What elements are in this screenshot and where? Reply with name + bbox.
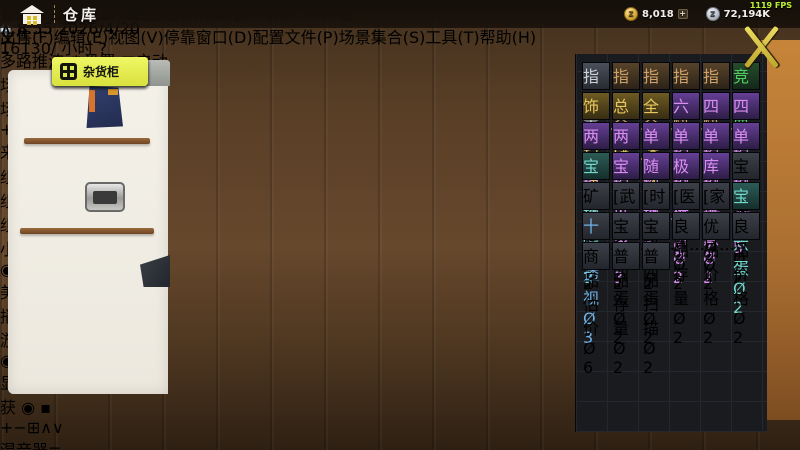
page-title: 仓库 — [63, 5, 100, 24]
item-restrict-icon: Ø — [673, 309, 686, 328]
game-topbar: 仓库 Z 8,018 + Z 72,194K — [0, 0, 800, 28]
crossed-strokes-decoration — [737, 24, 785, 70]
inventory-item[interactable]: 宝光四蛋 Ø 2 — [642, 212, 670, 347]
cabinet-shelf — [20, 228, 154, 234]
inventory-item[interactable]: [武器装… Ø 2 — [612, 182, 645, 293]
inventory-item[interactable]: 全库透视 Ø — [642, 92, 670, 208]
inventory-item[interactable]: 指定重… Ø 5 — [582, 62, 615, 173]
inventory-item[interactable]: 宝物估价 Ø 2 — [732, 152, 760, 287]
item-name: 商品估价 — [583, 247, 600, 338]
inventory-item[interactable]: 单格均价 Ø 5 — [642, 122, 670, 257]
inventory-item[interactable]: 饰品扫描 Ø — [582, 92, 610, 208]
inventory-grid: 指定重… Ø 5 指定仓… Ø 6 — [582, 62, 760, 377]
add-currency-button[interactable]: + — [677, 9, 688, 19]
inventory-item[interactable]: 指定快… Ø 20 — [672, 62, 705, 173]
gold-coin-icon: Z — [624, 7, 639, 21]
case-item[interactable] — [85, 182, 125, 212]
inventory-panel: 指定重… Ø 5 指定仓… Ø 6 — [575, 54, 767, 432]
item-count: 2 — [673, 328, 684, 347]
inventory-item[interactable]: 宝光六蛋 Ø 2 — [732, 182, 760, 317]
inventory-item[interactable]: 库存清点 Ø 2 — [702, 152, 730, 287]
inventory-item[interactable]: 六格均价 Ø 3 — [672, 92, 700, 227]
item-name: 良品价格 — [733, 217, 750, 308]
item-name: 普品存量 — [613, 247, 630, 338]
item-name: 普品扫描 — [643, 247, 660, 338]
inventory-item[interactable]: 宝光四蛋 Ø 2 — [612, 212, 640, 347]
item-restrict-icon: Ø — [733, 309, 746, 328]
item-count: 2 — [703, 328, 714, 347]
desktop: 杂货柜 指定重… Ø 5 指定仓… — [0, 0, 800, 450]
jacket-item[interactable] — [86, 86, 123, 128]
item-restrict-icon: Ø — [703, 309, 716, 328]
inventory-item[interactable]: 十方透视 Ø 3 — [582, 212, 610, 347]
inventory-item[interactable]: 两格均价 Ø 5 — [582, 122, 610, 257]
inventory-item[interactable]: 指定仓… Ø 6 — [612, 62, 645, 173]
desktop: 杂货柜 指定重… Ø 5 指定仓… — [0, 0, 800, 450]
inventory-item[interactable]: 四格均价 Ø 10 — [702, 92, 730, 227]
inventory-item[interactable]: [时装扭… Ø 2 — [642, 182, 675, 293]
fps-counter: 1119 FPS — [749, 1, 792, 10]
cabinet-shelf — [24, 138, 150, 144]
inventory-item[interactable]: 极品估价 Ø 2 — [672, 152, 700, 287]
gold-amount: 8,018 — [642, 8, 674, 20]
inventory-item[interactable]: [医疗用… Ø 2 — [672, 182, 705, 293]
silver-amount: 72,194K — [723, 8, 770, 20]
inventory-item[interactable]: 指定快… Ø 4 — [702, 62, 735, 173]
item-restrict-icon: Ø — [613, 339, 626, 358]
inventory-item[interactable]: 普品存量 Ø 2 — [612, 242, 640, 377]
inventory-item[interactable]: 商品估价 Ø 6 — [582, 242, 610, 377]
inventory-item[interactable]: 单格均价 Ø 5 — [732, 122, 760, 257]
item-name: 优品价格 — [703, 217, 720, 308]
inventory-item[interactable]: 总仓储… Ø 3 — [612, 92, 645, 203]
cabinet-tab-inactive[interactable] — [146, 60, 170, 86]
grid-icon — [60, 63, 77, 80]
inventory-item[interactable]: 优品价格 Ø 2 — [702, 212, 730, 347]
inventory-row: 指定重… Ø 5 指定仓… Ø 6 — [582, 62, 760, 173]
desktop: 杂货柜 指定重… Ø 5 指定仓… — [0, 0, 800, 450]
inventory-item[interactable]: 宝物抽样 Ø 2 — [582, 152, 610, 287]
inventory-item[interactable]: 两格均价 Ø 4 — [612, 122, 640, 257]
inventory-item[interactable]: 指定仓… Ø — [642, 62, 675, 154]
inventory-item[interactable]: 单格均价 Ø 9 — [672, 122, 700, 257]
inventory-item[interactable]: 宝光十蛋 Ø 3 — [612, 152, 640, 287]
obs-window[interactable]: ◎ OBS 32.1.1 - 配置文件: 未命名 - 场景: 未命名 文件(F)… — [0, 0, 800, 450]
item-restrict-icon: Ø — [643, 339, 656, 358]
item-count: 2 — [643, 358, 654, 377]
inventory-item[interactable]: 普品扫描 Ø 2 — [642, 242, 670, 377]
obs-preview-capture: 杂货柜 指定重… Ø 5 指定仓… — [0, 0, 800, 450]
home-icon[interactable] — [20, 4, 44, 24]
viewport: 杂货柜 指定重… Ø 5 指定仓… — [0, 0, 800, 450]
item-count: 6 — [583, 358, 594, 377]
inventory-item[interactable]: 四格均价 Ø 10 — [732, 92, 760, 227]
inventory-row: 宝物抽样 Ø 2 宝光十蛋 Ø 3 — [582, 152, 760, 287]
inventory-item[interactable]: 单格均价 Ø 7 — [702, 122, 730, 257]
item-restrict-icon: Ø — [583, 339, 596, 358]
inventory-item[interactable]: [家居日… Ø 2 — [702, 182, 735, 293]
inventory-item[interactable]: 随机抽… Ø 2 — [642, 152, 675, 263]
obs-window[interactable]: ◎ OBS 32.1.1 - 配置文件: 未命名 - 场景: 未命名 文件(F)… — [0, 0, 800, 450]
display-cabinet — [8, 70, 168, 394]
inventory-item[interactable]: 良品价格 Ø 2 — [732, 212, 760, 347]
obs-preview-capture: 杂货柜 指定重… Ø 5 指定仓… — [0, 0, 800, 450]
cabinet-tab-active[interactable]: 杂货柜 — [52, 57, 148, 86]
item-name: 良品存量 — [673, 217, 690, 308]
inventory-item[interactable]: 良品存量 Ø 2 — [672, 212, 700, 347]
item-count: 2 — [733, 328, 744, 347]
item-count: 2 — [613, 358, 624, 377]
silver-coin-icon: Z — [705, 7, 720, 21]
inventory-item[interactable]: 矿物残… Ø 2 — [582, 182, 615, 293]
cabinet-tab-label: 杂货柜 — [83, 65, 120, 79]
